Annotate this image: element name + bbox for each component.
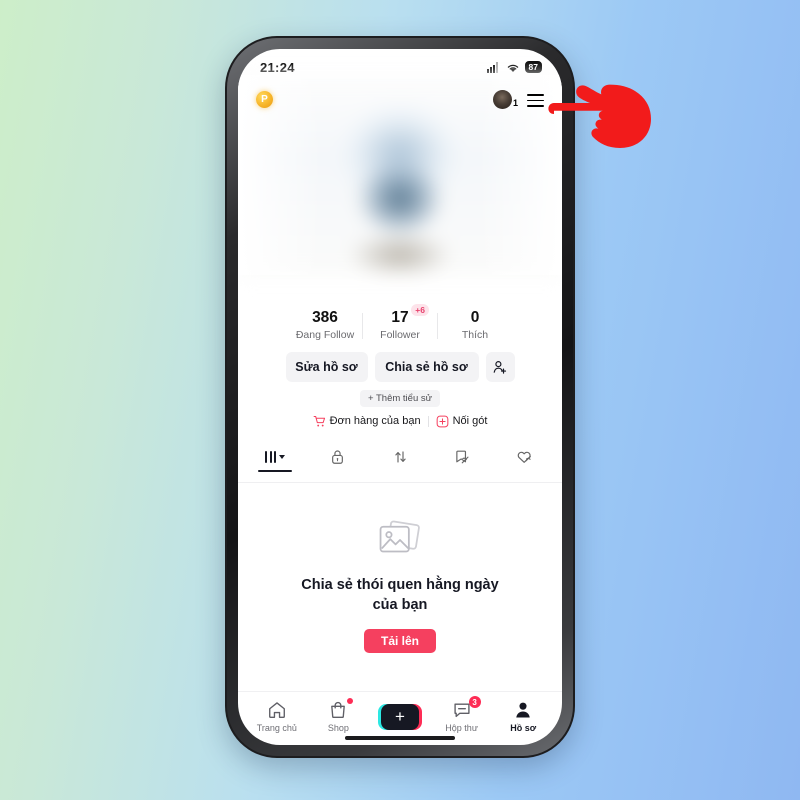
shop-notification-dot xyxy=(347,698,354,704)
heart-hidden-icon xyxy=(518,451,532,463)
nav-label: Hồ sơ xyxy=(510,723,537,733)
create-plus-icon[interactable]: + xyxy=(377,703,422,730)
hamburger-menu-icon[interactable] xyxy=(527,94,544,108)
stat-label: Thích xyxy=(461,328,489,341)
profile-links-row: Đơn hàng của bạn Nối gót xyxy=(252,415,548,428)
points-coin-icon[interactable]: P xyxy=(256,90,273,108)
nav-create[interactable]: + xyxy=(372,703,428,730)
profile-header-bar: P 1 xyxy=(238,79,562,119)
nav-inbox[interactable]: 3 Hộp thư xyxy=(434,696,490,733)
profile-stats-row: 386 Đang Follow 17 Follower +6 0 Thích xyxy=(252,304,548,341)
wifi-icon xyxy=(507,64,518,72)
profile-tab-bar xyxy=(238,442,562,483)
lock-icon xyxy=(332,450,344,464)
stat-label: Follower xyxy=(380,328,420,341)
bottom-navigation-bar: Trang chủ Shop + 3 Hộp thư Hồ sơ xyxy=(238,691,562,745)
stat-followers[interactable]: 17 Follower +6 xyxy=(363,304,437,341)
empty-state: Chia sẻ thói quen hằng ngày của bạn Tải … xyxy=(238,483,562,691)
cellular-signal-icon xyxy=(486,61,498,73)
tab-saved[interactable] xyxy=(431,442,493,482)
empty-state-title: Chia sẻ thói quen hằng ngày của bạn xyxy=(301,576,499,613)
grid-dropdown-icon xyxy=(265,450,286,463)
avatar-count-label: 1 xyxy=(512,97,518,108)
battery-icon: 87 xyxy=(524,60,542,74)
pointing-hand-cursor xyxy=(548,84,651,148)
share-profile-button[interactable]: Chia sẻ hồ sơ xyxy=(374,351,479,382)
add-bio-row: + Thêm tiểu sử xyxy=(252,389,548,407)
links-divider xyxy=(427,415,429,427)
tab-reposts[interactable] xyxy=(369,442,431,482)
photo-stack-icon xyxy=(379,520,420,553)
your-orders-link[interactable]: Đơn hàng của bạn xyxy=(313,415,421,428)
profile-person-icon xyxy=(516,702,530,718)
nav-shop[interactable]: Shop xyxy=(310,698,366,733)
home-icon xyxy=(268,702,285,718)
add-person-icon xyxy=(493,360,507,374)
create-button-wrap: + xyxy=(377,703,422,730)
profile-body: 386 Đang Follow 17 Follower +6 0 Thích S… xyxy=(238,304,562,428)
tab-liked[interactable] xyxy=(494,442,556,482)
new-followers-badge: +6 xyxy=(411,304,429,316)
status-bar-clock: 21:24 xyxy=(260,59,295,75)
stat-label: Đang Follow xyxy=(295,328,355,341)
account-avatar-icon xyxy=(492,89,512,109)
add-bio-button[interactable]: + Thêm tiểu sử xyxy=(359,389,440,407)
nav-profile[interactable]: Hồ sơ xyxy=(495,700,551,733)
link-label: Nối gót xyxy=(452,415,488,428)
phone-screen: 21:24 87 P 1 386 Đang Follow 17 Follower… xyxy=(238,49,562,745)
profile-action-buttons: Sửa hồ sơ Chia sẻ hồ sơ xyxy=(252,351,548,382)
stat-likes[interactable]: 0 Thích xyxy=(438,309,512,341)
stat-value: 386 xyxy=(312,309,338,326)
nav-label: Trang chủ xyxy=(256,723,297,733)
stat-value: 0 xyxy=(470,309,480,326)
edit-profile-button[interactable]: Sửa hồ sơ xyxy=(285,351,368,382)
footsteps-badge-icon xyxy=(436,415,448,428)
phone-device-frame: 21:24 87 P 1 386 Đang Follow 17 Follower… xyxy=(225,36,575,758)
shop-bag-icon xyxy=(331,701,346,719)
shopping-cart-icon xyxy=(313,415,325,427)
bookmark-hidden-icon xyxy=(456,450,469,464)
stat-following[interactable]: 386 Đang Follow xyxy=(288,309,362,341)
nav-label: Hộp thư xyxy=(445,723,478,733)
tab-posts[interactable] xyxy=(244,444,306,480)
link-label: Đơn hàng của bạn xyxy=(329,415,421,428)
header-right-group: 1 xyxy=(492,89,544,109)
tab-private[interactable] xyxy=(306,442,368,482)
repost-arrows-icon xyxy=(394,451,406,463)
add-friends-button[interactable] xyxy=(485,351,515,382)
footsteps-link[interactable]: Nối gót xyxy=(436,415,488,428)
status-bar-icons: 87 xyxy=(486,60,542,74)
nav-home[interactable]: Trang chủ xyxy=(249,700,305,733)
nav-label: Shop xyxy=(327,723,349,733)
account-switch-button[interactable]: 1 xyxy=(492,89,518,109)
upload-button[interactable]: Tải lên xyxy=(364,628,436,653)
inbox-badge: 3 xyxy=(468,696,481,708)
